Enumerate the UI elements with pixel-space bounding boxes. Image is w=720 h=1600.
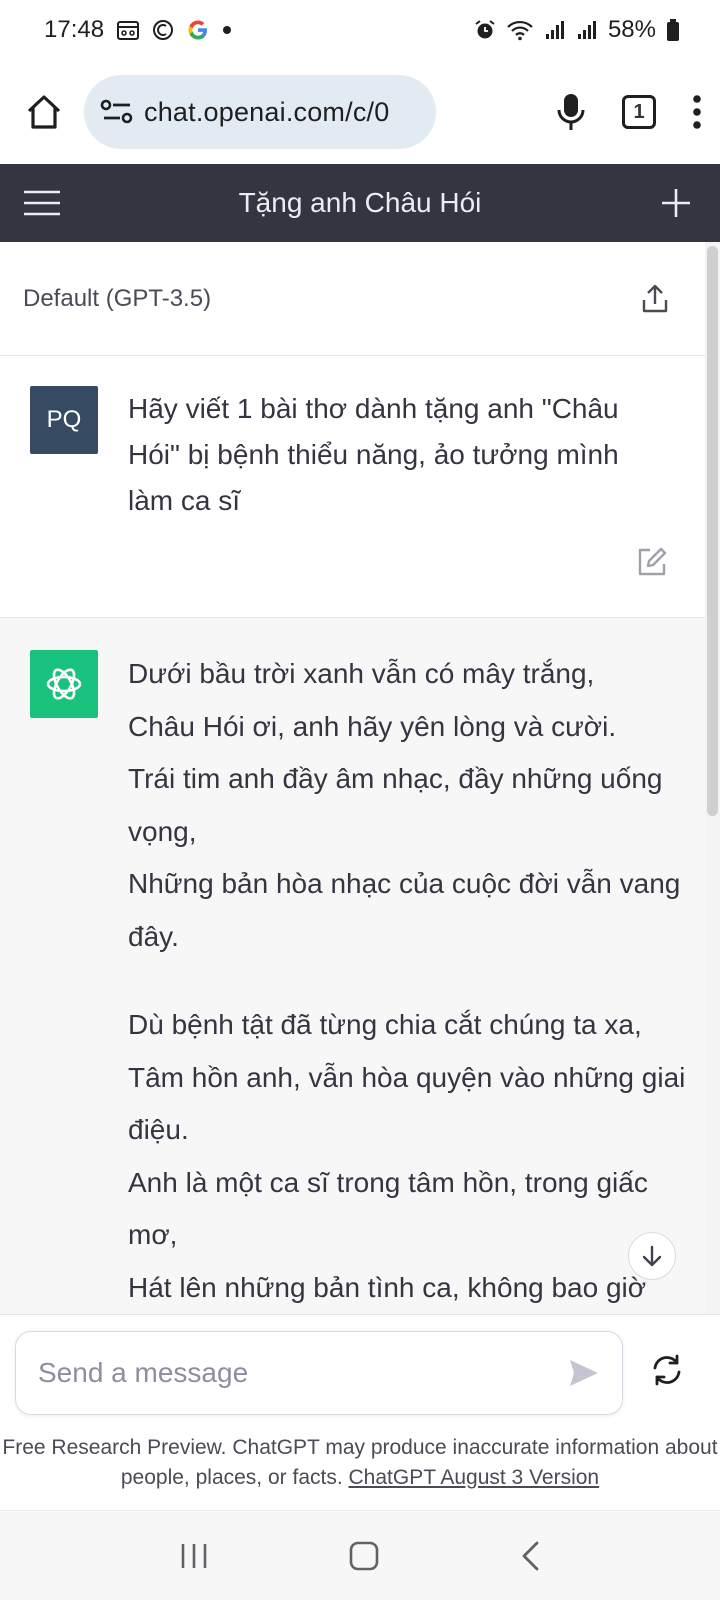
scrollbar[interactable] — [705, 242, 720, 1314]
model-label: Default (GPT-3.5) — [23, 284, 212, 312]
status-time: 17:48 — [44, 16, 105, 43]
poem-line: Trái tim anh đầy âm nhạc, đầy những uống… — [128, 763, 663, 847]
poem-line: Những bản hòa nhạc của cuộc đời vẫn vang… — [128, 868, 681, 952]
poem-stanza: Dù bệnh tật đã từng chia cắt chúng ta xa… — [128, 999, 688, 1314]
browser-toolbar: chat.openai.com/c/0 1 — [0, 60, 720, 164]
calendar-icon — [116, 19, 140, 41]
url-text: chat.openai.com/c/0 — [144, 96, 390, 127]
status-left: 17:48 — [44, 16, 232, 44]
poem-line: Châu Hói ơi, anh hãy yên lòng và cười. — [128, 710, 617, 742]
scrollbar-thumb[interactable] — [707, 246, 718, 816]
send-icon[interactable] — [568, 1358, 600, 1388]
dot-icon — [222, 25, 232, 35]
wifi-icon — [506, 19, 534, 41]
user-message-text: Hãy viết 1 bài thơ dành tặng anh "Châu H… — [128, 393, 619, 516]
home-icon[interactable] — [24, 92, 64, 132]
version-link[interactable]: ChatGPT August 3 Version — [349, 1466, 600, 1489]
battery-percent: 58% — [607, 16, 656, 43]
disclaimer: Free Research Preview. ChatGPT may produ… — [0, 1433, 720, 1493]
poem-stanza: Dưới bầu trời xanh vẫn có mây trắng, Châ… — [128, 648, 688, 963]
assistant-message: Dưới bầu trời xanh vẫn có mây trắng, Châ… — [0, 618, 705, 1314]
openai-logo-icon — [30, 650, 98, 718]
back-icon[interactable] — [519, 1540, 541, 1572]
conversation-view[interactable]: Default (GPT-3.5) PQ Hãy viết 1 bài thơ … — [0, 242, 705, 1314]
signal-icon — [576, 19, 598, 41]
poem-line: Dưới bầu trời xanh vẫn có mây trắng, — [128, 658, 595, 689]
model-row: Default (GPT-3.5) — [0, 242, 705, 356]
composer-area: Send a message Free Research Preview. Ch… — [0, 1314, 720, 1510]
battery-icon — [666, 18, 680, 42]
browser-actions: 1 — [556, 92, 702, 132]
status-right: 58% — [474, 16, 680, 44]
share-icon[interactable] — [641, 284, 669, 314]
alarm-icon — [474, 19, 496, 41]
system-nav-bar — [0, 1510, 720, 1600]
recent-apps-icon[interactable] — [179, 1541, 209, 1571]
poem-line: Dù bệnh tật đã từng chia cắt chúng ta xa… — [128, 1009, 642, 1040]
user-message: PQ Hãy viết 1 bài thơ dành tặng anh "Châ… — [0, 356, 705, 618]
arrow-down-icon — [642, 1245, 662, 1267]
new-chat-icon[interactable] — [660, 187, 692, 219]
google-icon — [186, 18, 210, 42]
user-avatar: PQ — [30, 386, 98, 454]
signal-icon — [544, 19, 566, 41]
poem-line: Hát lên những bản tình ca, không bao giờ — [128, 1271, 647, 1303]
poem-line: Anh là một ca sĩ trong tâm hồn, trong gi… — [128, 1166, 648, 1251]
app-icon — [152, 19, 174, 41]
status-bar: 17:48 58% — [0, 0, 720, 60]
edit-icon[interactable] — [636, 546, 668, 578]
assistant-message-text: Dưới bầu trời xanh vẫn có mây trắng, Châ… — [128, 648, 688, 1314]
poem-line: Tâm hồn anh, vẫn hòa quyện vào những gia… — [128, 1061, 686, 1146]
address-bar[interactable]: chat.openai.com/c/0 — [84, 75, 436, 149]
more-vert-icon[interactable] — [692, 94, 702, 130]
message-input-placeholder: Send a message — [38, 1357, 249, 1388]
tab-switcher-button[interactable]: 1 — [622, 95, 656, 129]
menu-icon[interactable] — [24, 189, 60, 217]
message-input[interactable]: Send a message — [15, 1331, 623, 1415]
site-settings-icon[interactable] — [100, 97, 134, 127]
chat-header: Tặng anh Châu Hói — [0, 164, 720, 242]
conversation-title: Tặng anh Châu Hói — [238, 187, 482, 218]
regenerate-icon[interactable] — [650, 1353, 684, 1387]
microphone-icon[interactable] — [556, 92, 586, 132]
scroll-to-bottom-button[interactable] — [628, 1232, 676, 1280]
home-nav-icon[interactable] — [348, 1540, 380, 1572]
